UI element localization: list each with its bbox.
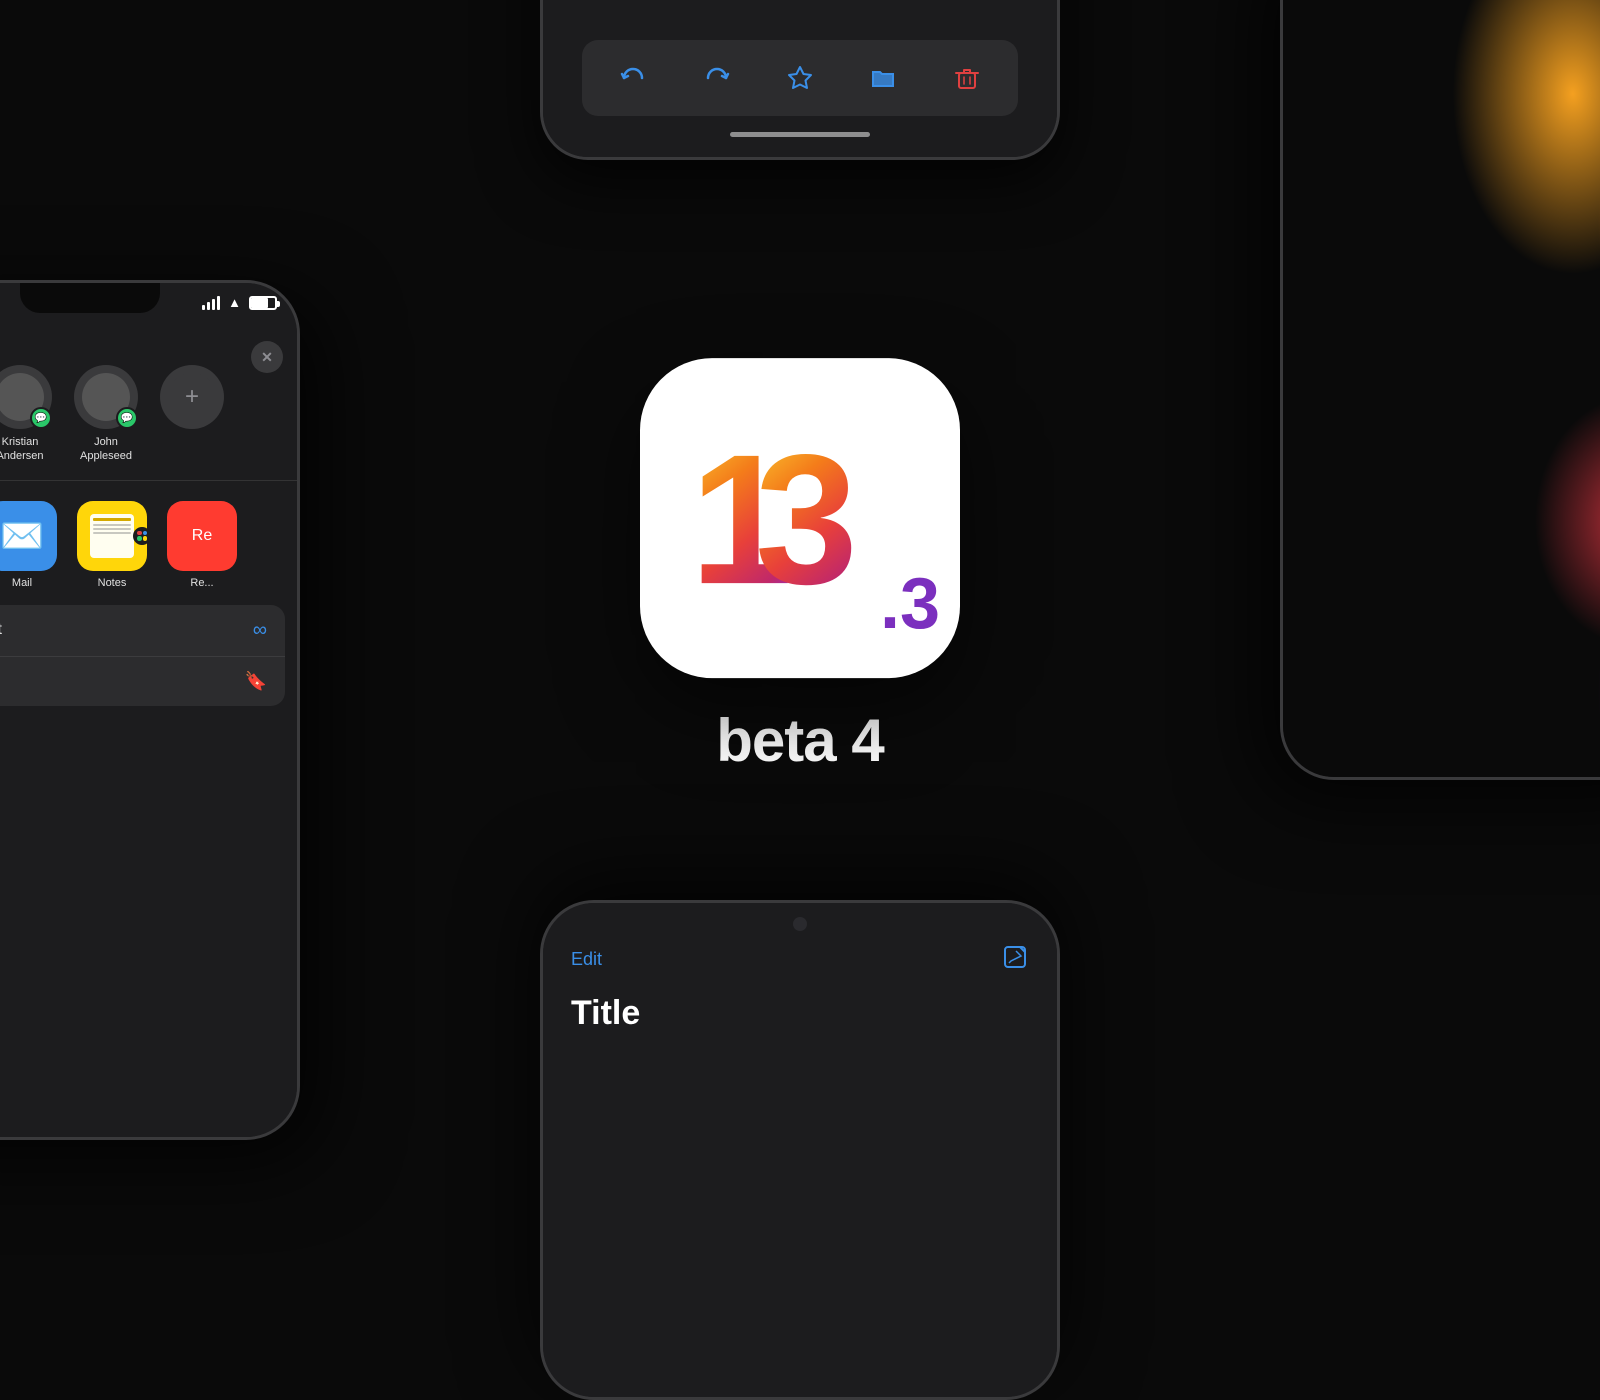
phone-notch xyxy=(20,283,160,313)
wallpaper-gradient xyxy=(1283,0,1600,777)
svg-text:.3: .3 xyxy=(880,564,940,644)
notes-app-icon xyxy=(77,501,147,571)
notes-app-label: Notes xyxy=(98,577,127,589)
bookmark-icon: 🔖 xyxy=(245,671,267,692)
reading-list-label: Reading List xyxy=(0,621,237,639)
phone-right xyxy=(1280,0,1600,780)
folder-icon[interactable] xyxy=(865,60,901,96)
undo-icon[interactable] xyxy=(615,60,651,96)
reminders-app-label: Re... xyxy=(190,577,213,589)
contact-avatar: + xyxy=(160,365,224,429)
bookmark-row[interactable]: Bookmark 🔖 xyxy=(0,657,285,706)
phone-left: ▲ title Options > ✕ 💬 EmilBaehr xyxy=(0,280,300,1140)
wifi-icon: ▲ xyxy=(228,295,241,310)
contact-item[interactable]: 💬 KristianAndersen xyxy=(0,365,55,464)
toolbar-row xyxy=(582,40,1019,116)
contacts-row: 💬 EmilBaehr 💬 KristianAndersen xyxy=(0,353,297,476)
close-icon: ✕ xyxy=(261,349,273,366)
reading-list-row[interactable]: Reading List ∞ xyxy=(0,605,285,657)
ios-version-svg: 1 3 .3 xyxy=(660,388,940,648)
apps-row: 💬 Messages ✉️ Mail xyxy=(0,485,297,605)
camera-notch-bottom xyxy=(793,917,807,931)
contact-avatar: 💬 xyxy=(74,365,138,429)
redo-icon[interactable] xyxy=(699,60,735,96)
mail-app-icon: ✉️ xyxy=(0,501,57,571)
mail-app-label: Mail xyxy=(12,577,32,589)
notes-compose-button[interactable] xyxy=(1001,943,1029,976)
messages-badge: 💬 xyxy=(30,407,52,429)
trash-icon[interactable] xyxy=(949,60,985,96)
mail-icon-glyph: ✉️ xyxy=(0,515,44,557)
app-mail[interactable]: ✉️ Mail xyxy=(0,501,57,589)
bookmark-label: Bookmark xyxy=(0,672,229,690)
phone-top xyxy=(540,0,1060,160)
action-section: Reading List ∞ Bookmark 🔖 xyxy=(0,605,285,706)
app-reminders[interactable]: Re Re... xyxy=(167,501,237,589)
compose-icon xyxy=(1001,943,1029,971)
contact-item[interactable]: 💬 JohnAppleseed xyxy=(71,365,141,464)
signal-icon xyxy=(202,296,220,310)
contact-name: JohnAppleseed xyxy=(80,435,132,464)
contact-name: KristianAndersen xyxy=(0,435,44,464)
messages-badge: 💬 xyxy=(116,407,138,429)
beta-label: beta 4 xyxy=(716,706,883,775)
divider xyxy=(0,480,297,481)
ios-icon: 1 3 .3 xyxy=(640,358,960,678)
app-notes[interactable]: Notes xyxy=(77,501,147,589)
battery-icon xyxy=(249,296,277,310)
home-indicator xyxy=(730,132,870,137)
notes-title: Title xyxy=(571,994,1029,1033)
contact-item[interactable]: + xyxy=(157,365,227,464)
notes-nav: Edit xyxy=(571,943,1029,976)
phone-bottom: Edit Title xyxy=(540,900,1060,1400)
svg-text:3: 3 xyxy=(755,417,858,623)
reminders-app-icon: Re xyxy=(167,501,237,571)
center-logo: 1 3 .3 beta 4 xyxy=(640,358,960,775)
close-button[interactable]: ✕ xyxy=(251,341,283,373)
reading-list-icon: ∞ xyxy=(253,619,267,642)
notes-edit-button[interactable]: Edit xyxy=(571,949,602,970)
star-icon[interactable] xyxy=(782,60,818,96)
contact-avatar: 💬 xyxy=(0,365,52,429)
